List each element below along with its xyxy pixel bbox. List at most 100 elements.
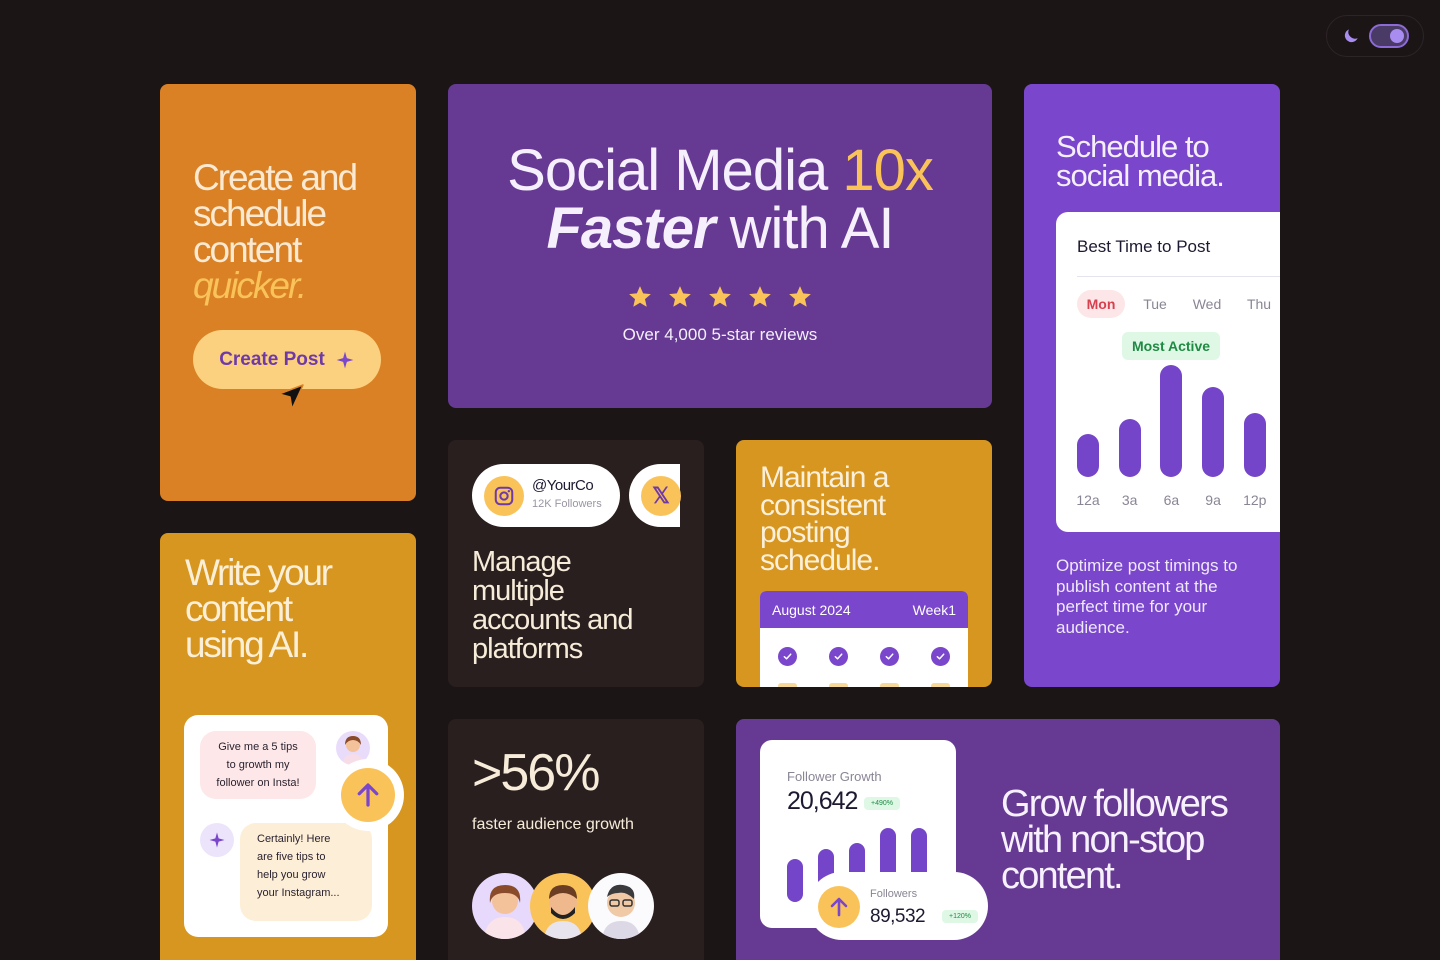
time-tick: 12p [1243, 492, 1267, 508]
heading-line: Grow followers [1001, 783, 1229, 825]
time-tick: 3a [1121, 492, 1138, 508]
instagram-account-pill[interactable]: @YourCo 12K Followers [472, 464, 620, 527]
calendar-checks [778, 647, 950, 666]
time-tick: 9a [1205, 492, 1221, 508]
stat-card: >56% faster audience growth [448, 719, 704, 960]
consistency-card: Maintain a consistent posting schedule. … [736, 440, 992, 687]
cursor-icon [278, 384, 304, 410]
followers-badge: +120% [942, 910, 978, 923]
followers-label: Followers [870, 888, 918, 900]
create-post-button[interactable]: Create Post [193, 330, 381, 389]
hero-title-part: with AI [714, 196, 895, 261]
activity-bar [1202, 387, 1225, 477]
arrow-up-icon [818, 886, 860, 928]
growth-badge: +490% [864, 797, 900, 810]
heading-line: Write your [185, 552, 333, 593]
chat-widget: Give me a 5 tips to growth my follower o… [184, 715, 404, 937]
star-icon [789, 286, 811, 307]
message-line: follower on Insta! [216, 777, 300, 789]
send-button[interactable] [332, 759, 404, 831]
activity-bar [1077, 434, 1099, 477]
widget-title: Best Time to Post [1077, 237, 1211, 256]
theme-toggle[interactable] [1326, 15, 1424, 57]
growth-card: Follower Growth 20,642 +490% Followers 8… [736, 719, 1280, 960]
activity-bar [1243, 413, 1266, 477]
moon-icon [1344, 29, 1358, 43]
activity-bar [1118, 419, 1141, 477]
followers-pill: Followers 89,532 +120% [808, 872, 988, 940]
theme-switch[interactable] [1369, 24, 1409, 48]
calendar-week: Week1 [912, 601, 956, 618]
activity-bars [1077, 362, 1267, 477]
heading-line: with non-stop [1001, 819, 1205, 861]
check-icon [880, 647, 899, 666]
calendar-month: August 2024 [772, 601, 851, 618]
growth-heading: Grow followers with non-stop content. [1001, 783, 1271, 897]
growth-bar [787, 859, 803, 902]
followers-value: 89,532 [870, 906, 926, 927]
heading-highlight: quicker. [193, 265, 307, 306]
message-line: your Instagram... [257, 887, 340, 899]
calendar-widget: August 2024 Week1 [760, 591, 968, 687]
hero-title: Social Media 10x Faster with AI [448, 142, 992, 258]
check-icon [778, 647, 797, 666]
hero-card: Social Media 10x Faster with AI Over 4,0… [448, 84, 992, 408]
most-active-badge: Most Active [1122, 332, 1220, 360]
stat-label: faster audience growth [472, 816, 634, 833]
check-icon [829, 647, 848, 666]
day-tab-thu[interactable]: Thu [1233, 290, 1280, 318]
heading-line: accounts and [472, 604, 634, 636]
heading-line: using AI. [185, 624, 309, 665]
calendar-next-row [778, 683, 950, 687]
divider [1077, 276, 1280, 277]
message-line: are five tips to [257, 851, 326, 863]
heading-line: Manage [472, 546, 572, 578]
accounts-heading: Manage multiple accounts and platforms [472, 548, 692, 664]
growth-label: Follower Growth [787, 769, 882, 784]
consistency-heading: Maintain a consistent posting schedule. [760, 463, 980, 575]
message-line: to growth my [226, 759, 290, 771]
heading-line: content. [1001, 855, 1124, 897]
ai-writing-card: Write your content using AI. Give me a 5… [160, 533, 416, 960]
schedule-description: Optimize post timings to publish content… [1056, 556, 1238, 637]
instagram-icon [484, 476, 524, 516]
x-icon: 𝕏 [641, 476, 681, 516]
heading-line: content [185, 588, 293, 629]
rating-stars [448, 284, 992, 310]
day-tab-mon[interactable]: Mon [1077, 290, 1125, 318]
day-tab-tue[interactable]: Tue [1129, 290, 1181, 318]
heading-line: posting [760, 516, 851, 549]
growth-value: 20,642 [787, 787, 858, 815]
hero-title-part: Social Media [507, 138, 843, 203]
hero-title-italic: Faster [546, 196, 715, 261]
star-icon [669, 286, 691, 307]
user-message: Give me a 5 tips to growth my follower o… [200, 731, 316, 799]
account-handle: @YourCo [532, 477, 594, 494]
calendar-slot [829, 683, 848, 687]
star-icon [749, 286, 771, 307]
avatar [472, 873, 538, 939]
heading-line: multiple [472, 575, 565, 607]
x-account-pill[interactable]: 𝕏 [629, 464, 681, 527]
heading-line: consistent [760, 488, 886, 522]
avatar [530, 873, 596, 939]
heading-line: schedule [193, 193, 327, 234]
schedule-card-heading: Schedule to social media. [1056, 131, 1225, 191]
star-icon [709, 286, 731, 307]
calendar-slot [880, 683, 899, 687]
best-time-widget: Best Time to Post Mon Tue Wed Thu Most A… [1056, 212, 1280, 532]
avatar [588, 873, 654, 939]
create-card-heading: Create and schedule content quicker. [193, 157, 358, 306]
create-post-label: Create Post [219, 348, 325, 370]
accounts-card: @YourCo 12K Followers 𝕏 Manage multiple … [448, 440, 704, 687]
day-tab-wed[interactable]: Wed [1181, 290, 1233, 318]
message-line: Give me a 5 tips [218, 741, 298, 753]
stat-value: >56% [472, 744, 600, 802]
ai-heading: Write your content using AI. [185, 552, 405, 665]
ai-message: Certainly! Here are five tips to help yo… [240, 823, 372, 921]
heading-line: Create and [193, 157, 358, 198]
hero-title-highlight: 10x [842, 138, 934, 203]
heading-line: content [193, 229, 302, 270]
activity-bar [1160, 365, 1183, 477]
calendar-slot [931, 683, 950, 687]
